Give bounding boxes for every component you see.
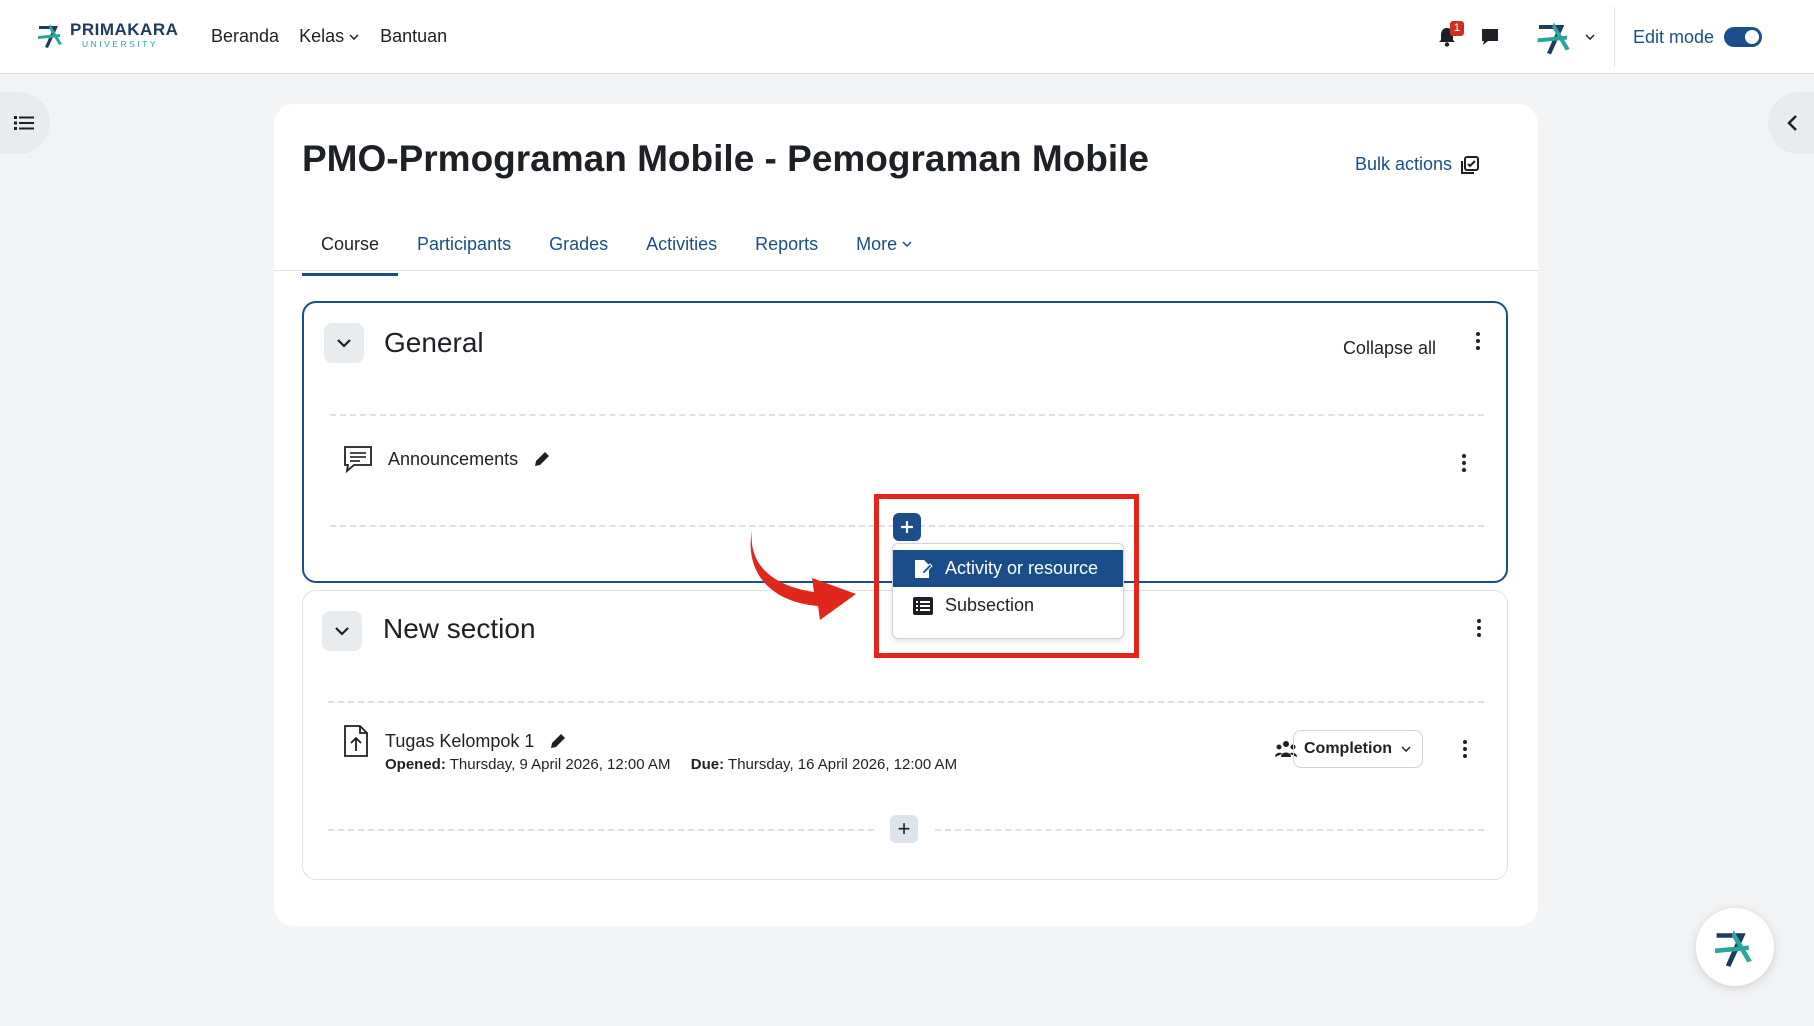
tab-more[interactable]: More [837, 216, 932, 272]
block-drawer-toggle[interactable] [1768, 92, 1814, 154]
section-title: New section [383, 613, 536, 644]
help-assistant-button[interactable] [1696, 908, 1774, 986]
completion-dropdown[interactable]: Completion [1293, 730, 1423, 768]
edit-mode-toggle[interactable]: Edit mode [1633, 27, 1762, 48]
chevron-down-icon [349, 33, 359, 40]
logo-subtitle: UNIVERSITY [82, 39, 159, 50]
completion-label: Completion [1304, 740, 1392, 757]
activity-dates: Opened: Thursday, 9 April 2026, 12:00 AM… [385, 756, 957, 773]
pencil-icon[interactable] [532, 449, 552, 469]
pencil-icon[interactable] [548, 731, 568, 751]
chat-bubble-icon [1481, 29, 1498, 45]
collapse-section-button[interactable] [322, 611, 362, 651]
opened-value: Thursday, 9 April 2026, 12:00 AM [449, 756, 671, 773]
primakara-logo[interactable]: PRIMAKARA UNIVERSITY [36, 20, 178, 50]
tab-more-label: More [856, 233, 898, 254]
nav-home[interactable]: Beranda [211, 26, 279, 47]
opened-label: Opened: [385, 756, 446, 773]
activity-assignment[interactable]: Tugas Kelompok 1 [341, 724, 568, 758]
activity-name[interactable]: Announcements [388, 449, 518, 470]
forum-icon [344, 446, 372, 474]
file-upload-icon [344, 725, 368, 757]
chevron-down-icon [337, 339, 351, 348]
course-tabs: Course Participants Grades Activities Re… [302, 216, 932, 276]
red-arrow-annotation [750, 530, 856, 620]
highlight-annotation [874, 494, 1139, 658]
tab-course[interactable]: Course [302, 216, 399, 276]
divider [935, 829, 1484, 831]
chevron-down-icon [902, 241, 912, 248]
toggle-switch[interactable] [1724, 27, 1762, 47]
divider [328, 829, 874, 831]
due-label: Due: [690, 756, 725, 773]
due-value: Thursday, 16 April 2026, 12:00 AM [728, 756, 958, 773]
logo-mark-icon [38, 24, 62, 48]
primakara-logo-icon [1715, 930, 1752, 967]
messages-button[interactable] [1480, 27, 1500, 47]
bulk-edit-icon [1461, 155, 1479, 174]
nav-classes[interactable]: Kelas [299, 26, 360, 47]
page-title: PMO-Prmograman Mobile - Pemograman Mobil… [302, 138, 1150, 179]
list-icon [14, 116, 34, 130]
chevron-down-icon [1401, 746, 1411, 753]
logo-name: PRIMAKARA [70, 20, 179, 40]
navbar-divider [1613, 7, 1615, 67]
tab-grades[interactable]: Grades [530, 216, 627, 272]
add-content-button[interactable]: + [890, 815, 918, 843]
section-menu-icon[interactable] [1468, 329, 1488, 353]
user-menu-button[interactable] [1534, 17, 1596, 57]
collapse-section-button[interactable] [324, 323, 364, 363]
tab-activities[interactable]: Activities [627, 216, 736, 272]
tabs-divider [274, 270, 1538, 271]
chevron-down-icon [1585, 34, 1595, 41]
tab-reports[interactable]: Reports [736, 216, 837, 272]
divider [330, 414, 1484, 416]
nav-help[interactable]: Bantuan [380, 26, 447, 47]
notifications-button[interactable]: 1 [1438, 21, 1464, 47]
section-menu-icon[interactable] [1469, 616, 1489, 640]
bulk-actions-label: Bulk actions [1354, 154, 1452, 174]
collapse-all-link[interactable]: Collapse all [1343, 338, 1436, 359]
activity-menu-icon[interactable] [1454, 451, 1474, 475]
section-title: General [384, 327, 484, 358]
notification-badge: 1 [1449, 21, 1464, 36]
avatar [1537, 22, 1570, 55]
tab-participants[interactable]: Participants [398, 216, 530, 272]
activity-announcements[interactable]: Announcements [342, 443, 552, 475]
activity-menu-icon[interactable] [1455, 737, 1475, 761]
activity-name[interactable]: Tugas Kelompok 1 [385, 731, 534, 752]
top-navbar: PRIMAKARA UNIVERSITY Beranda Kelas Bantu… [0, 0, 1814, 74]
course-index-toggle[interactable] [0, 92, 50, 154]
chevron-down-icon [335, 627, 349, 636]
chevron-left-icon [1787, 115, 1797, 131]
divider [328, 701, 1484, 703]
bulk-actions-button[interactable]: Bulk actions [1355, 154, 1480, 175]
nav-classes-label: Kelas [299, 26, 345, 46]
edit-mode-label: Edit mode [1632, 26, 1714, 47]
